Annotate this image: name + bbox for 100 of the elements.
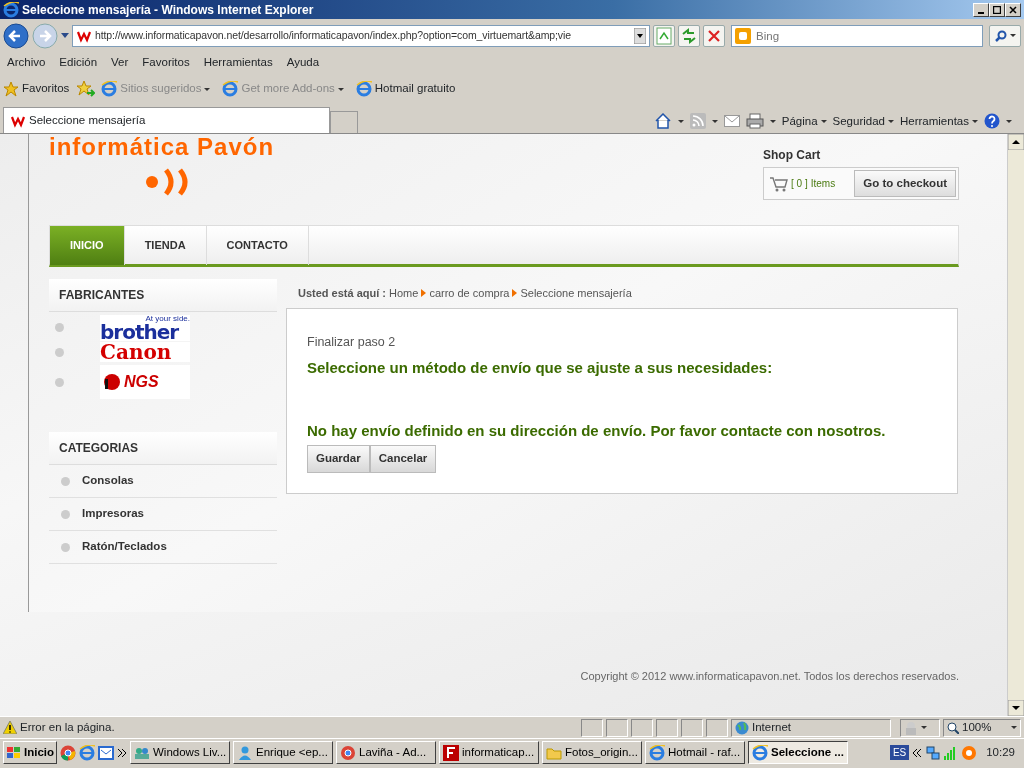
- checkout-button[interactable]: Go to checkout: [854, 170, 956, 198]
- search-button[interactable]: [989, 24, 1021, 47]
- nav-tab[interactable]: CONTACTO: [206, 226, 309, 265]
- favorites-link[interactable]: Hotmail gratuito: [355, 80, 456, 98]
- menu-item[interactable]: Favoritos: [135, 54, 197, 72]
- browser-tab[interactable]: Seleccione mensajería: [3, 107, 330, 133]
- caret-icon: [887, 119, 894, 123]
- close-icon: [1009, 5, 1017, 14]
- browser-icon: [752, 744, 768, 761]
- browser-icon[interactable]: [79, 744, 95, 761]
- caret-icon: [1009, 34, 1016, 37]
- category-link[interactable]: Impresoras: [82, 505, 144, 523]
- caret-icon[interactable]: [1006, 119, 1012, 123]
- brand-logo[interactable]: NGS: [100, 365, 190, 399]
- minimize-button[interactable]: [973, 2, 989, 17]
- expand-icon[interactable]: [912, 747, 923, 758]
- arrow-icon: [421, 289, 427, 298]
- caret-icon: [204, 87, 211, 91]
- step-label: Finalizar paso 2: [307, 333, 397, 351]
- category-link[interactable]: Ratón/Teclados: [82, 538, 167, 556]
- status-pane: [706, 718, 728, 737]
- caret-icon: [972, 119, 978, 123]
- status-pane: [631, 718, 653, 737]
- scroll-up-icon[interactable]: [1008, 134, 1024, 150]
- scroll-down-icon[interactable]: [1008, 700, 1024, 716]
- menu-item[interactable]: Archivo: [0, 54, 53, 72]
- start-button[interactable]: Inicio: [3, 741, 57, 764]
- menu-item[interactable]: Ver: [104, 54, 136, 72]
- search-field[interactable]: Bing: [731, 24, 984, 47]
- security-zone: Internet: [752, 719, 791, 735]
- bullet-icon: [61, 476, 70, 486]
- browser-icon: [222, 81, 239, 97]
- taskbar-button[interactable]: informaticap...: [439, 741, 539, 764]
- cart-title: Shop Cart: [763, 147, 822, 164]
- zoom-control[interactable]: 100%: [943, 718, 1021, 737]
- bullet-icon: [61, 542, 70, 552]
- scrollbar[interactable]: [1007, 134, 1024, 716]
- bullet-icon: [55, 347, 64, 357]
- caret-icon[interactable]: [921, 726, 927, 729]
- caret-icon[interactable]: [677, 119, 684, 123]
- form-button[interactable]: Cancelar: [369, 445, 437, 473]
- browser-icon: [649, 744, 665, 761]
- arrow-icon: [512, 289, 518, 298]
- command-menu[interactable]: Seguridad: [832, 112, 894, 130]
- cart-icon: [770, 175, 788, 192]
- favorites-button[interactable]: Favoritos: [3, 80, 70, 98]
- cart-count: [ 0 ]: [791, 177, 808, 192]
- minimize-icon: [978, 11, 984, 14]
- sidebar-heading: CATEGORIAS: [49, 432, 277, 465]
- maximize-button[interactable]: [989, 2, 1005, 17]
- taskbar-button[interactable]: Laviña - Ad...: [336, 741, 436, 764]
- star-icon: [3, 81, 19, 97]
- menu-item[interactable]: Ayuda: [279, 54, 327, 72]
- language-indicator[interactable]: ES: [889, 745, 910, 760]
- breadcrumb-item: Seleccione mensajería: [520, 286, 632, 301]
- taskbar-button[interactable]: Fotos_origin...: [542, 741, 642, 764]
- taskbar-button[interactable]: Hotmail - raf...: [645, 741, 745, 764]
- address-field[interactable]: http://www.informaticapavon.net/desarrollo/informaticapavon/index.php?option=com_virtuemart&amp;vie: [72, 24, 651, 47]
- status-pane: [681, 718, 703, 737]
- brand-logo[interactable]: Canon: [100, 342, 190, 362]
- command-menu[interactable]: Página: [781, 112, 827, 130]
- menu-item[interactable]: Herramientas: [196, 54, 280, 72]
- windows-logo-icon: [7, 746, 21, 759]
- clock: 10:29: [986, 744, 1015, 760]
- warning-icon: [3, 721, 17, 734]
- dropdown-icon[interactable]: [634, 27, 647, 44]
- status-pane: [656, 718, 678, 737]
- help-icon[interactable]: [984, 113, 1000, 130]
- zoom-icon: [947, 721, 959, 734]
- bullet-icon: [61, 509, 70, 519]
- search-icon: [994, 29, 1007, 42]
- home-icon[interactable]: [653, 113, 672, 130]
- caret-icon: [820, 119, 827, 123]
- mail-icon[interactable]: [723, 115, 740, 128]
- back-button[interactable]: [3, 22, 29, 49]
- caret-icon[interactable]: [769, 119, 776, 123]
- category-link[interactable]: Consolas: [82, 472, 134, 490]
- status-pane: [606, 718, 628, 737]
- more-icon[interactable]: [117, 747, 127, 758]
- command-menu[interactable]: Herramientas: [899, 112, 978, 130]
- bullet-icon: [55, 323, 64, 332]
- print-icon[interactable]: [745, 113, 764, 130]
- cart-items-label: Items: [810, 177, 836, 192]
- window-title: Seleccione mensajería - Windows Internet Explorer: [22, 1, 315, 19]
- caret-icon[interactable]: [711, 119, 718, 123]
- menu-item[interactable]: Edición: [52, 54, 105, 72]
- taskbar-button[interactable]: Seleccione ...: [748, 741, 848, 764]
- maximize-icon: [993, 5, 1001, 14]
- sidebar-heading: FABRICANTES: [49, 279, 277, 312]
- brand-logo[interactable]: At your side. brother: [100, 314, 190, 341]
- taskbar-button[interactable]: Enrique <ep...: [233, 741, 333, 764]
- nav-tab[interactable]: TIENDA: [124, 226, 207, 265]
- status-message: Error en la página.: [20, 719, 116, 735]
- footer-text: Copyright © 2012 www.informaticapavon.net. Todos los derechos reservados.: [579, 669, 959, 684]
- close-button[interactable]: [1005, 2, 1021, 17]
- breadcrumb-item[interactable]: carro de compra: [429, 285, 510, 302]
- network-icon[interactable]: [925, 744, 942, 761]
- form-button[interactable]: Guardar: [307, 445, 370, 473]
- taskbar-button[interactable]: Windows Liv...: [130, 741, 230, 764]
- breadcrumb-item[interactable]: Home: [389, 285, 419, 302]
